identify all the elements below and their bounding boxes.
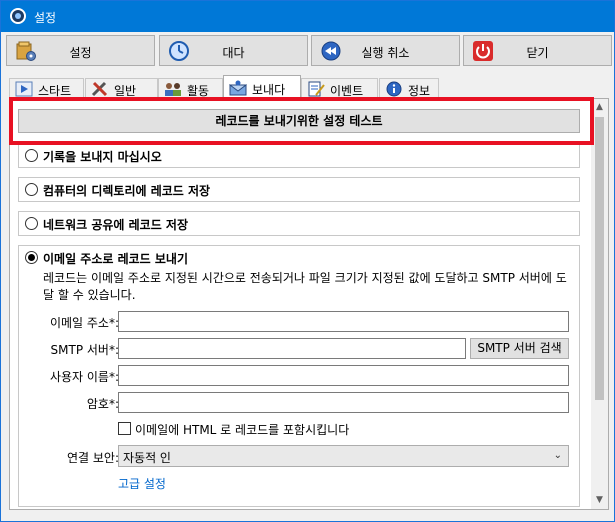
radio-label-save-network: 네트워크 공유에 레코드 저장 — [43, 218, 189, 232]
settings-button-label: 설정 — [69, 46, 92, 60]
radio-label-do-not-send: 기록을 보내지 마십시오 — [43, 150, 162, 164]
password-input[interactable] — [118, 392, 569, 413]
play-icon — [15, 81, 33, 97]
undo-button-label: 실행 취소 — [361, 46, 410, 60]
connection-security-value: 자동적 인 — [123, 451, 171, 465]
tab-strip: 스타트 일반 활동 보내다 이벤트 정보 — [9, 75, 609, 100]
undo-button[interactable]: 실행 취소 — [311, 35, 460, 66]
radio-save-network[interactable] — [25, 217, 38, 230]
option-save-local: 컴퓨터의 디렉토리에 레코드 저장 — [18, 177, 580, 202]
people-icon — [164, 81, 182, 97]
tab-general[interactable]: 일반 — [85, 78, 158, 99]
info-icon — [385, 81, 403, 97]
option-do-not-send: 기록을 보내지 마십시오 — [18, 143, 580, 168]
email-description: 레코드는 이메일 주소로 지정된 시간으로 전송되거나 파일 크기가 지정된 값… — [43, 271, 567, 302]
tab-event[interactable]: 이벤트 — [301, 78, 378, 99]
radio-label-send-email: 이메일 주소로 레코드 보내기 — [43, 252, 189, 266]
radio-save-local[interactable] — [25, 183, 38, 196]
username-input[interactable] — [118, 365, 569, 386]
username-label: 사용자 이름*: — [49, 370, 119, 384]
tools-icon — [91, 81, 109, 97]
chevron-down-icon: ⌄ — [553, 450, 562, 461]
email-address-input[interactable] — [118, 311, 569, 332]
title-bar: 설정 — [1, 1, 614, 32]
scroll-down-icon[interactable]: ▼ — [591, 492, 608, 509]
email-address-label: 이메일 주소*: — [49, 316, 119, 330]
settings-window: 설정 설정 대다 실행 취소 닫기 스타트 일반 활동 보내다 이벤트 정보 레… — [0, 0, 615, 522]
smtp-server-label: SMTP 서버*: — [50, 343, 119, 357]
tab-send-label: 보내다 — [252, 83, 286, 97]
settings-button[interactable]: 설정 — [6, 35, 155, 66]
send-mail-icon — [228, 80, 248, 96]
html-embed-label: 이메일에 HTML 로 레코드를 포함시킵니다 — [135, 423, 350, 437]
close-button[interactable]: 닫기 — [463, 35, 612, 66]
html-embed-checkbox[interactable] — [118, 422, 131, 435]
advanced-settings-link[interactable]: 고급 설정 — [118, 475, 166, 492]
document-pen-icon — [307, 81, 325, 97]
wait-button[interactable]: 대다 — [159, 35, 308, 66]
radio-label-save-local: 컴퓨터의 디렉토리에 레코드 저장 — [43, 184, 211, 198]
smtp-search-button[interactable]: SMTP 서버 검색 — [470, 338, 569, 359]
connection-security-label: 연결 보안: — [66, 451, 119, 465]
vertical-scrollbar[interactable]: ▲ ▼ — [591, 99, 608, 509]
radio-send-email[interactable] — [25, 251, 38, 264]
highlight-box — [9, 97, 594, 145]
smtp-server-input[interactable] — [118, 338, 466, 359]
scrollbar-thumb[interactable] — [595, 117, 604, 400]
toolbar: 설정 대다 실행 취소 닫기 — [6, 35, 612, 67]
option-save-network: 네트워크 공유에 레코드 저장 — [18, 211, 580, 236]
close-button-label: 닫기 — [526, 46, 549, 60]
radio-do-not-send[interactable] — [25, 149, 38, 162]
tab-info[interactable]: 정보 — [379, 78, 439, 99]
app-icon — [10, 8, 26, 24]
option-send-email: 이메일 주소로 레코드 보내기 레코드는 이메일 주소로 지정된 시간으로 전송… — [18, 245, 580, 507]
wait-button-label: 대다 — [222, 46, 245, 60]
tab-activity[interactable]: 활동 — [158, 78, 223, 99]
send-settings-panel: 레코드를 보내기위한 설정 테스트 기록을 보내지 마십시오 컴퓨터의 디렉토리… — [9, 98, 609, 510]
tab-start[interactable]: 스타트 — [9, 78, 84, 99]
window-title: 설정 — [34, 11, 57, 25]
password-label: 암호*: — [86, 397, 119, 411]
connection-security-select[interactable]: 자동적 인 ⌄ — [118, 445, 569, 467]
